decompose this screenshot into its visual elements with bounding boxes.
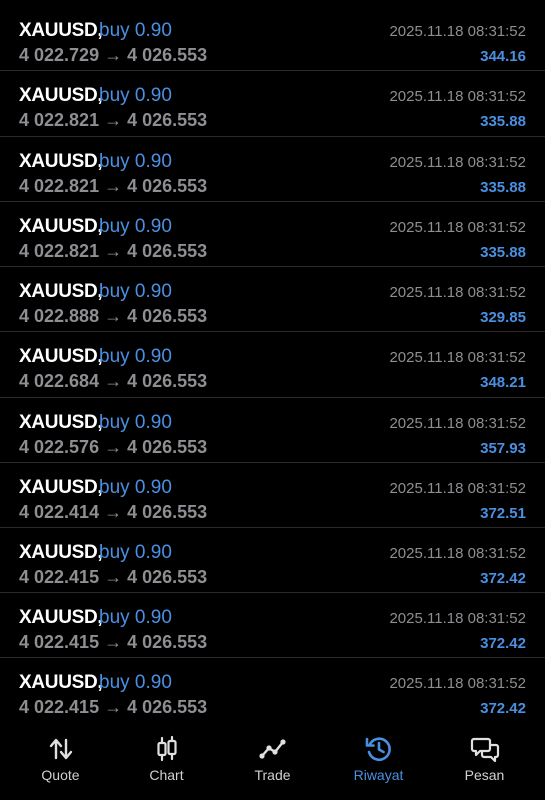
trade-time: 2025.11.18 08:31:52 [389, 154, 526, 171]
nav-tab-riwayat[interactable]: Riwayat [324, 722, 433, 800]
trade-side-volume: buy 0.90 [99, 672, 172, 693]
trade-symbol: XAUUSD, [19, 607, 103, 628]
nav-label-quote: Quote [41, 767, 80, 783]
trade-symbol: XAUUSD, [19, 477, 103, 498]
trade-symbol: XAUUSD, [19, 412, 103, 433]
trade-symbol: XAUUSD, [19, 85, 103, 106]
trade-time: 2025.11.18 08:31:52 [389, 23, 526, 40]
trade-profit: 335.88 [480, 113, 526, 130]
trade-time: 2025.11.18 08:31:52 [389, 415, 526, 432]
nav-tab-chart[interactable]: Chart [112, 722, 221, 800]
trade-profit: 372.51 [480, 505, 526, 522]
trade-row[interactable]: XAUUSD, buy 0.90 4 022.821 → 4 026.553 2… [0, 137, 545, 202]
trade-side-volume: buy 0.90 [99, 346, 172, 367]
trade-row[interactable]: XAUUSD, buy 0.90 4 022.414 → 4 026.553 2… [0, 463, 545, 528]
nav-tab-trade[interactable]: Trade [218, 722, 327, 800]
trade-row[interactable]: XAUUSD, buy 0.90 4 022.415 → 4 026.553 2… [0, 593, 545, 658]
trade-row[interactable]: XAUUSD, buy 0.90 4 022.729 → 4 026.553 2… [0, 6, 545, 71]
nav-tab-pesan[interactable]: Pesan [430, 722, 539, 800]
trade-side-volume: buy 0.90 [99, 151, 172, 172]
trade-row[interactable]: XAUUSD, buy 0.90 4 022.576 → 4 026.553 2… [0, 398, 545, 463]
trade-side-volume: buy 0.90 [99, 542, 172, 563]
history-clock-icon [364, 734, 394, 764]
trade-side-volume: buy 0.90 [99, 20, 172, 41]
trade-row[interactable]: XAUUSD, buy 0.90 4 022.415 → 4 026.553 2… [0, 658, 545, 722]
trade-side-volume: buy 0.90 [99, 85, 172, 106]
trade-price-range: 4 022.821 → 4 026.553 [19, 176, 208, 196]
trade-profit: 344.16 [480, 48, 526, 65]
trade-price-range: 4 022.415 → 4 026.553 [19, 697, 208, 717]
trade-side-volume: buy 0.90 [99, 607, 172, 628]
trade-profit: 335.88 [480, 244, 526, 261]
bottom-navigation: Quote Chart Trade Riwayat Pesan [0, 722, 545, 800]
trade-price-range: 4 022.821 → 4 026.553 [19, 241, 208, 261]
nav-tab-quote[interactable]: Quote [6, 722, 115, 800]
trade-time: 2025.11.18 08:31:52 [389, 610, 526, 627]
trade-price-range: 4 022.821 → 4 026.553 [19, 110, 208, 130]
trade-profit: 372.42 [480, 700, 526, 717]
trade-price-range: 4 022.888 → 4 026.553 [19, 306, 208, 326]
trade-time: 2025.11.18 08:31:52 [389, 480, 526, 497]
trade-row[interactable]: XAUUSD, buy 0.90 4 022.821 → 4 026.553 2… [0, 71, 545, 136]
trade-row[interactable]: XAUUSD, buy 0.90 4 022.821 → 4 026.553 2… [0, 202, 545, 267]
trade-symbol: XAUUSD, [19, 20, 103, 41]
trade-price-range: 4 022.729 → 4 026.553 [19, 45, 208, 65]
trade-symbol: XAUUSD, [19, 281, 103, 302]
trade-symbol: XAUUSD, [19, 151, 103, 172]
trade-time: 2025.11.18 08:31:52 [389, 88, 526, 105]
trade-symbol: XAUUSD, [19, 542, 103, 563]
trade-price-range: 4 022.415 → 4 026.553 [19, 567, 208, 587]
trade-history-list[interactable]: XAUUSD, buy 0.90 4 022.729 → 4 026.553 2… [0, 0, 545, 722]
trade-side-volume: buy 0.90 [99, 281, 172, 302]
nav-label-chart: Chart [149, 767, 184, 783]
trade-side-volume: buy 0.90 [99, 216, 172, 237]
trade-side-volume: buy 0.90 [99, 477, 172, 498]
trade-time: 2025.11.18 08:31:52 [389, 545, 526, 562]
candlestick-chart-icon [152, 734, 182, 764]
trade-row[interactable]: XAUUSD, buy 0.90 4 022.888 → 4 026.553 2… [0, 267, 545, 332]
nav-label-trade: Trade [254, 767, 291, 783]
trade-profit: 348.21 [480, 374, 526, 391]
trade-side-volume: buy 0.90 [99, 412, 172, 433]
trade-symbol: XAUUSD, [19, 672, 103, 693]
messages-icon [470, 734, 500, 764]
trade-row[interactable]: XAUUSD, buy 0.90 4 022.415 → 4 026.553 2… [0, 528, 545, 593]
trade-time: 2025.11.18 08:31:52 [389, 675, 526, 692]
trade-line-icon [258, 734, 288, 764]
trade-profit: 372.42 [480, 635, 526, 652]
trade-time: 2025.11.18 08:31:52 [389, 219, 526, 236]
trade-profit: 372.42 [480, 570, 526, 587]
trade-price-range: 4 022.415 → 4 026.553 [19, 632, 208, 652]
trade-price-range: 4 022.684 → 4 026.553 [19, 371, 208, 391]
trade-profit: 335.88 [480, 179, 526, 196]
nav-label-pesan: Pesan [464, 767, 505, 783]
trade-time: 2025.11.18 08:31:52 [389, 349, 526, 366]
trade-profit: 329.85 [480, 309, 526, 326]
nav-label-riwayat: Riwayat [353, 767, 404, 783]
trade-price-range: 4 022.576 → 4 026.553 [19, 437, 208, 457]
trade-profit: 357.93 [480, 440, 526, 457]
trade-symbol: XAUUSD, [19, 346, 103, 367]
trade-price-range: 4 022.414 → 4 026.553 [19, 502, 208, 522]
quote-arrows-icon [46, 734, 76, 764]
trade-time: 2025.11.18 08:31:52 [389, 284, 526, 301]
trade-row[interactable]: XAUUSD, buy 0.90 4 022.684 → 4 026.553 2… [0, 332, 545, 397]
trade-symbol: XAUUSD, [19, 216, 103, 237]
